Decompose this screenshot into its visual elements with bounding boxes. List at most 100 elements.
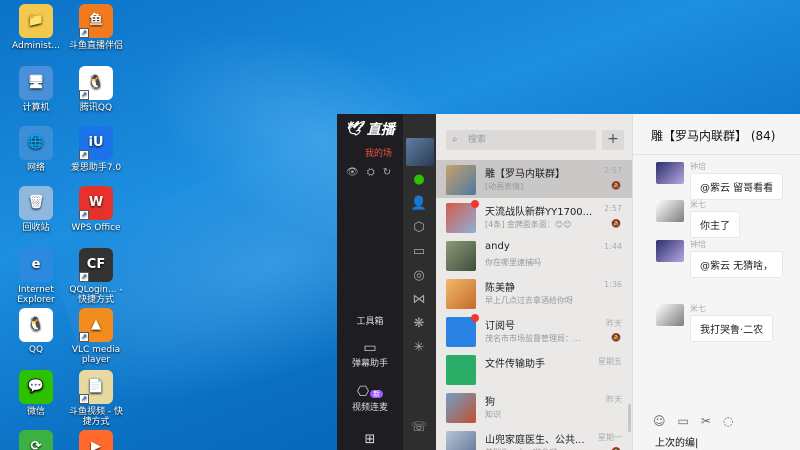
conversation-avatar: [446, 355, 476, 385]
message-sender-avatar[interactable]: [656, 162, 684, 184]
divider: [633, 154, 800, 155]
conversation-item[interactable]: 订阅号 茂名市市场监督管理局：... 昨天 🔕: [436, 312, 632, 350]
contacts-icon[interactable]: 👤: [410, 196, 428, 212]
unread-badge: [471, 200, 479, 208]
conversation-item[interactable]: 狗知识 昨天: [436, 388, 632, 426]
desktop-icon-tencent-qq[interactable]: 🐧 ↗ 腾讯QQ: [65, 66, 127, 113]
wps-office-icon: W ↗: [79, 186, 113, 220]
mini-program-icon[interactable]: ⋈: [410, 292, 428, 308]
conversation-time: 星期五: [598, 357, 622, 366]
desktop-icon-wps-office[interactable]: W ↗ WPS Office: [65, 186, 127, 233]
conversation-item[interactable]: andy 你在哪里逮捕吗 1:44: [436, 236, 632, 274]
message-input[interactable]: 上次的编|: [655, 434, 698, 449]
list-scrollbar[interactable]: [628, 404, 631, 432]
search-input[interactable]: ⌕ 搜索: [446, 130, 596, 150]
desktop-icon-douyu-video-shortcut[interactable]: 📄 ↗ 斗鱼视频 - 快捷方式: [65, 370, 127, 427]
message-bubble[interactable]: @紫云 无猜啥，: [690, 251, 784, 278]
chat-title: 雕【罗马内联群】 (84): [651, 129, 776, 143]
mic-link-icon: ⎔ 新: [337, 384, 403, 400]
live-app-logo: 🕊 直播: [337, 114, 403, 144]
conversation-item[interactable]: 雕【罗马内联群】 [动画表情] 2:57 🔕: [436, 160, 632, 198]
add-chat-button[interactable]: +: [602, 130, 624, 150]
message-sender-name: 米七: [690, 304, 706, 313]
folder-icon[interactable]: ▭: [678, 414, 689, 428]
desktop-icon-qqlogin-shortcut[interactable]: CF ↗ QQLogin... - 快捷方式: [65, 248, 127, 305]
my-room-link[interactable]: 我的场: [337, 146, 403, 159]
shortcut-arrow-icon: ↗: [79, 150, 89, 160]
message-sender-name: 钟培: [690, 240, 706, 249]
message-sender-avatar[interactable]: [656, 240, 684, 262]
desktop-icon-green-app[interactable]: ⟳: [5, 430, 67, 450]
desktop-icon-network[interactable]: 🌐 网络: [5, 126, 67, 173]
desktop-icon-internet-explorer[interactable]: e Internet Explorer: [5, 248, 67, 305]
conversation-avatar: [446, 393, 476, 423]
icon-glyph: ▲: [91, 317, 101, 332]
desktop-icon-vlc-media-player[interactable]: ▲ ↗ VLC media player: [65, 308, 127, 365]
conversation-name: 文件传输助手: [485, 359, 545, 370]
conversation-preview: 茂名市市场监督管理局：...: [485, 334, 581, 343]
search-feature-icon[interactable]: ✳: [410, 340, 428, 356]
icon-glyph: CF: [86, 257, 106, 272]
qqlogin-shortcut-icon: CF ↗: [79, 248, 113, 282]
desktop-icon-computer[interactable]: 🖥 计算机: [5, 66, 67, 113]
conversation-item[interactable]: 陈美静 早上几点过去拿酒给你呀 1:36: [436, 274, 632, 312]
refresh-icon[interactable]: ↻: [383, 167, 391, 178]
unread-badge: [471, 314, 479, 322]
conversation-avatar: [446, 203, 476, 233]
phone-icon[interactable]: ☏: [410, 420, 428, 436]
icon-glyph: 🖥: [27, 75, 45, 90]
icon-glyph: ⟳: [30, 439, 42, 450]
icon-glyph: 🐧: [27, 317, 45, 332]
mute-bell-icon: 🔕: [611, 333, 621, 342]
conversation-time: 星期一: [598, 433, 622, 442]
chat-history-icon[interactable]: ◌: [723, 414, 733, 428]
conversation-time: 昨天: [606, 319, 622, 328]
message-bubble[interactable]: 你主了: [690, 211, 740, 238]
scissors-icon[interactable]: ✂: [701, 414, 711, 428]
message-sender-avatar[interactable]: [656, 200, 684, 222]
more-tools-icon[interactable]: ⊞: [337, 432, 403, 447]
search-icon: ⌕: [452, 134, 458, 145]
emoji-icon[interactable]: ☺: [653, 414, 666, 428]
favorites-icon[interactable]: ⬡: [410, 220, 428, 236]
desktop-icon-douyu-companion[interactable]: 鱼 ↗ 斗鱼直播伴侣: [65, 4, 127, 51]
share-icon[interactable]: ⛭: [367, 167, 375, 178]
desktop-icon-wechat-desktop[interactable]: 💬 微信: [5, 370, 67, 417]
icon-glyph: 🐧: [87, 75, 105, 90]
conversation-item[interactable]: 天流战队新群YY1700... [4条] 金牌面条面：😊😊 2:57 🔕: [436, 198, 632, 236]
desktop-icon-administrator-folder[interactable]: 📁 Administ...: [5, 4, 67, 51]
shortcut-arrow-icon: ↗: [79, 210, 89, 220]
icon-glyph: W: [88, 195, 104, 210]
toolbox-label[interactable]: 工具箱: [337, 314, 403, 327]
desktop-icon-orange-app[interactable]: ▶: [65, 430, 127, 450]
desktop-icon-label: 微信: [26, 407, 45, 417]
channels-icon[interactable]: ❋: [410, 316, 428, 332]
message-sender-avatar[interactable]: [656, 304, 684, 326]
conversation-name: 狗: [485, 397, 495, 408]
search-placeholder: 搜索: [468, 135, 487, 145]
desktop-icon-label: 腾讯QQ: [79, 103, 113, 113]
conversation-item[interactable]: 文件传输助手 星期五: [436, 350, 632, 388]
desktop-icon-recycle-bin[interactable]: 🗑 回收站: [5, 186, 67, 233]
message-bubble[interactable]: @紫云 留哥看看: [690, 173, 784, 200]
desktop-icon-label: VLC media player: [71, 345, 121, 365]
conversation-name: 陈美静: [485, 283, 515, 294]
desktop-icon-qq[interactable]: 🐧 QQ: [5, 308, 67, 355]
administrator-folder-icon: 📁: [19, 4, 53, 38]
conversation-time: 2:57: [604, 166, 622, 175]
moments-icon[interactable]: ◎: [410, 268, 428, 284]
desktop-icon-i4-assistant[interactable]: iU ↗ 爱思助手7.0: [65, 126, 127, 173]
message-bubble[interactable]: 我打哭鲁·二农: [690, 315, 774, 342]
user-avatar[interactable]: [405, 138, 434, 166]
conversation-time: 1:36: [604, 280, 622, 289]
chat-icon[interactable]: ●: [410, 172, 428, 188]
video-link-button[interactable]: ⎔ 新 视频连麦: [337, 384, 403, 413]
icon-glyph: 鱼: [89, 13, 103, 28]
danmu-assistant-button[interactable]: ▭ 弹幕助手: [337, 340, 403, 369]
icon-glyph: 🗑: [27, 195, 45, 210]
conversation-item[interactable]: 山兜家庭医生、公共...黄瑞生：十一啦😊啦...星期一🔕: [436, 426, 632, 450]
message-sender-name: 钟培: [690, 162, 706, 171]
live-stream-app-panel: 🕊 直播 我的场 👁 ⛭ ↻ 工具箱 ▭ 弹幕助手 ⎔ 新 视频连麦 ⊞: [337, 114, 403, 450]
recycle-bin-icon: 🗑: [19, 186, 53, 220]
files-icon[interactable]: ▭: [410, 244, 428, 260]
